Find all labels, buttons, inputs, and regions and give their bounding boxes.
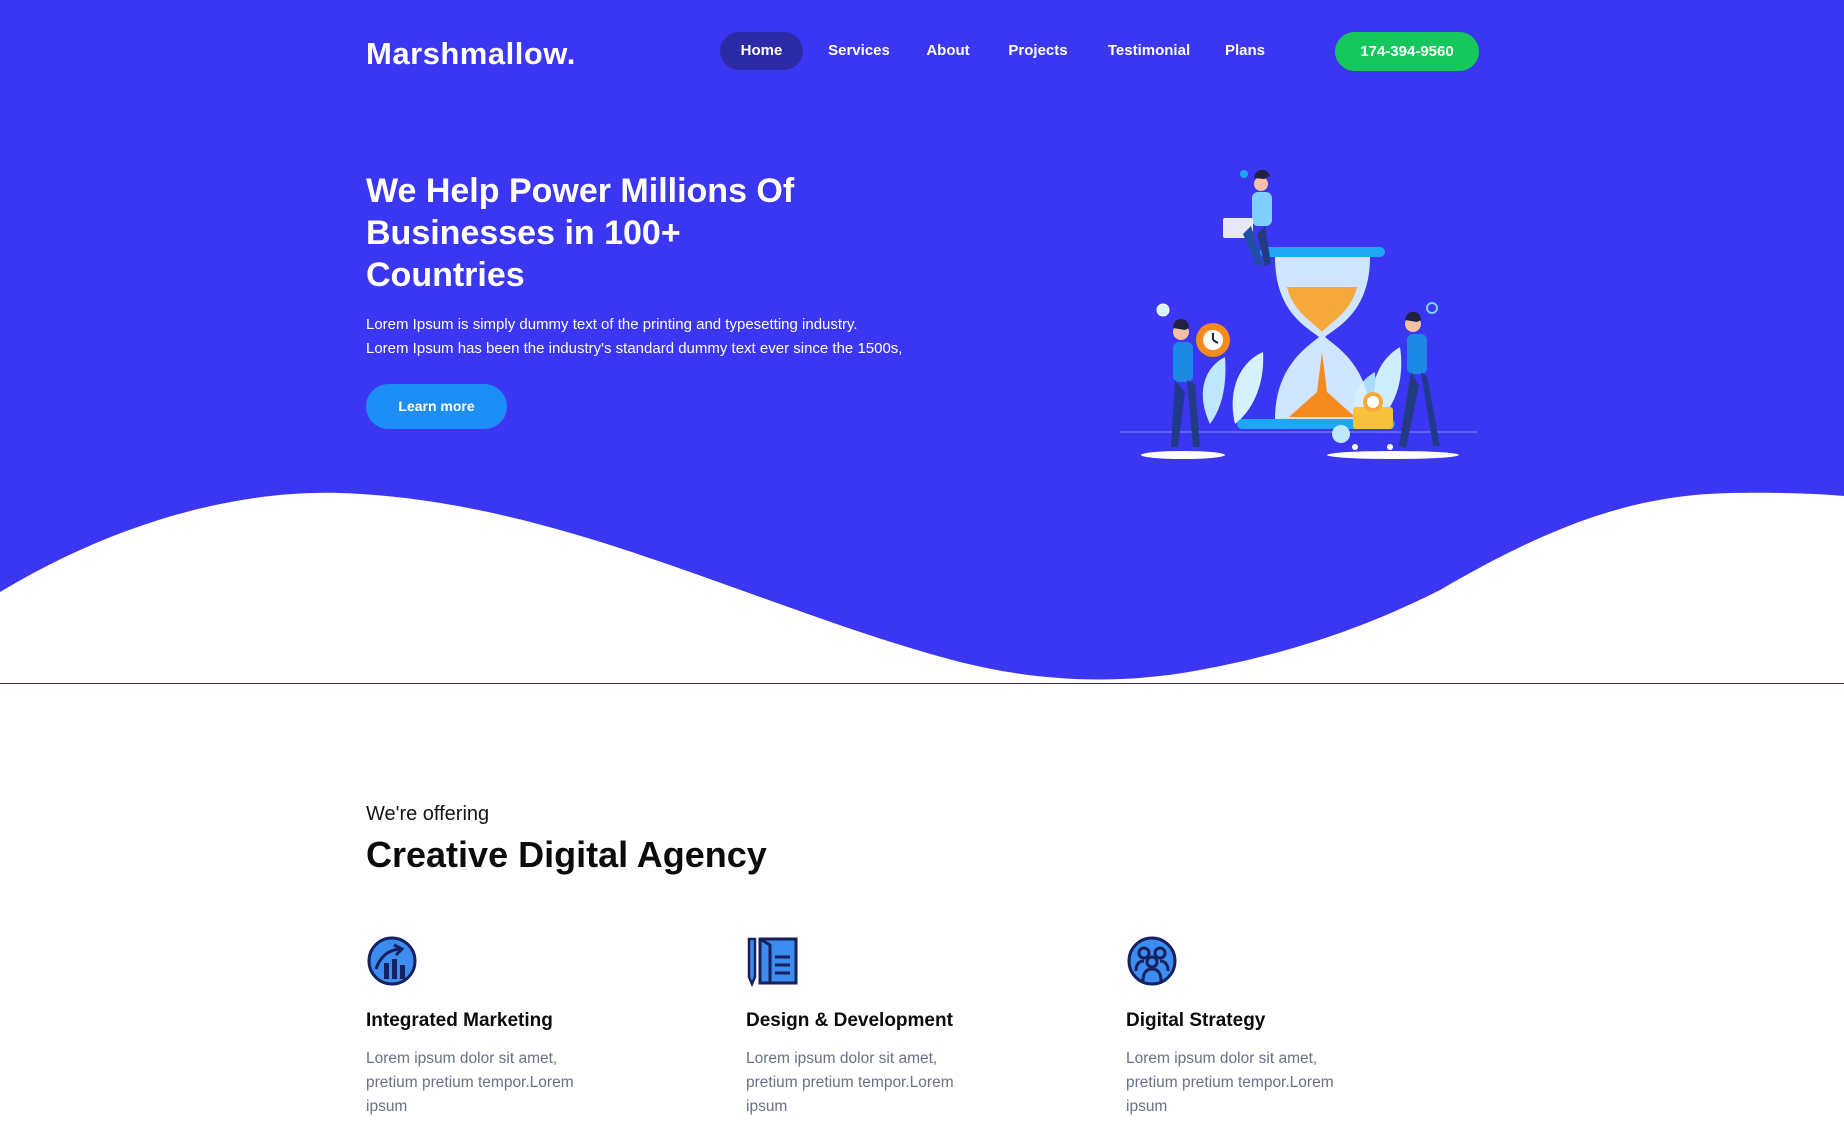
marketing-chart-icon (367, 936, 417, 986)
service-card-title: Digital Strategy (1126, 1010, 1266, 1031)
nav-projects[interactable]: Projects (995, 32, 1081, 70)
hourglass-team-illustration (1120, 169, 1477, 459)
hero-description-line-1: Lorem Ipsum is simply dummy text of the … (366, 316, 858, 333)
offering-subtitle: We're offering (366, 803, 490, 825)
nav-about[interactable]: About (913, 32, 983, 70)
hero-divider (0, 683, 1844, 684)
learn-more-button[interactable]: Learn more (366, 384, 507, 429)
nav-plans[interactable]: Plans (1216, 32, 1274, 70)
phone-button[interactable]: 174-394-9560 (1335, 32, 1479, 71)
hero-description-line-2: Lorem Ipsum has been the industry's stan… (366, 340, 903, 357)
service-card-title: Integrated Marketing (366, 1010, 553, 1031)
nav-services[interactable]: Services (818, 32, 900, 70)
team-strategy-icon (1127, 936, 1177, 986)
brand-logo[interactable]: Marshmallow. (366, 36, 576, 72)
service-card-text: Lorem ipsum dolor sit amet, pretium pret… (366, 1050, 574, 1115)
nav-home[interactable]: Home (720, 32, 803, 70)
design-document-icon (747, 937, 798, 987)
service-card-text: Lorem ipsum dolor sit amet, pretium pret… (1126, 1050, 1334, 1115)
hero-description: Lorem Ipsum is simply dummy text of the … (366, 313, 966, 361)
nav-testimonial[interactable]: Testimonial (1094, 32, 1204, 70)
service-card-text: Lorem ipsum dolor sit amet, pretium pret… (746, 1050, 954, 1115)
offering-title: Creative Digital Agency (366, 834, 767, 875)
hero-section: Marshmallow. Home Services About Project… (0, 0, 1844, 684)
service-card-title: Design & Development (746, 1010, 953, 1031)
hero-title: We Help Power Millions Of Businesses in … (366, 172, 795, 294)
